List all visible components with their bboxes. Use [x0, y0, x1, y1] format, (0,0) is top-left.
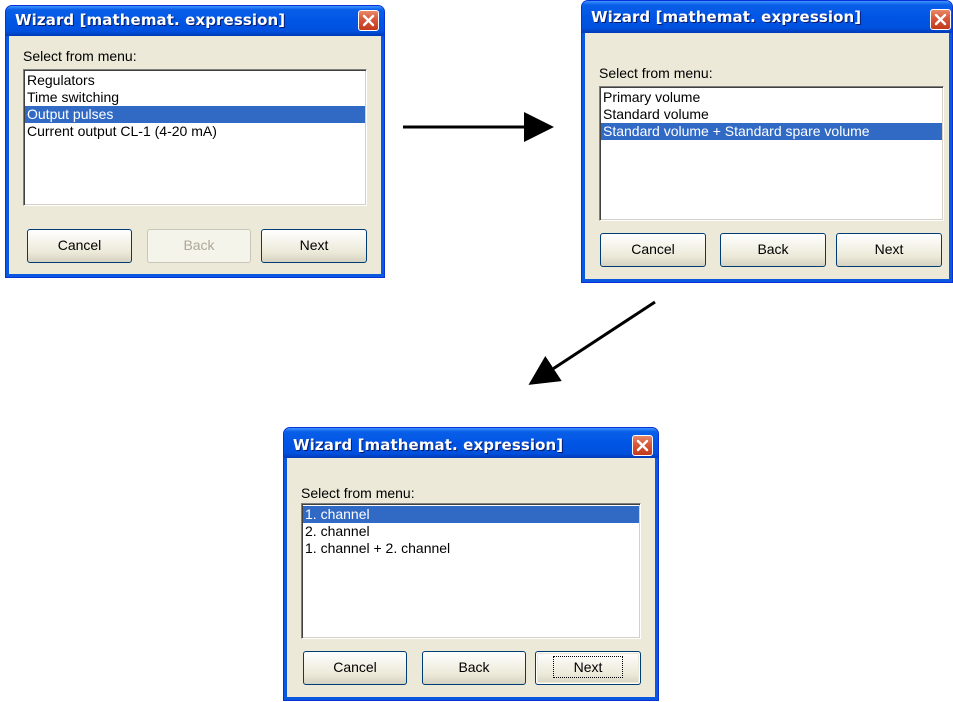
flow-arrows [403, 112, 656, 385]
arrow-down-left [528, 300, 656, 385]
